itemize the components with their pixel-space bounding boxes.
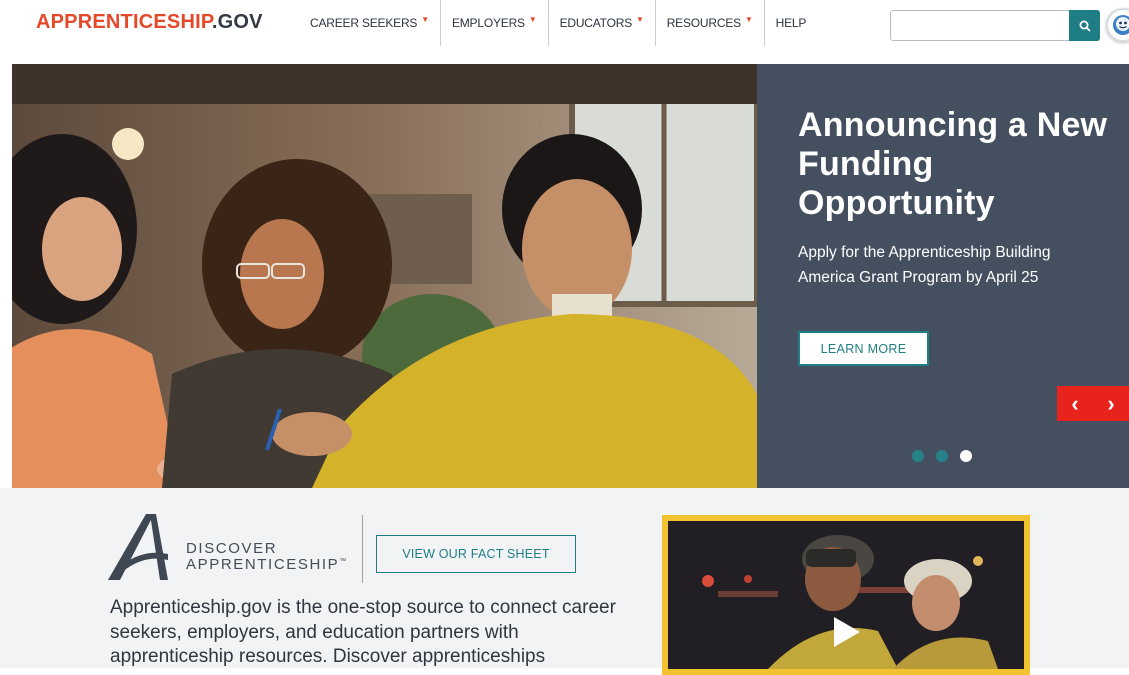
search-input[interactable] (890, 10, 1070, 41)
nav-educators-label: EDUCATORS (559, 16, 633, 30)
chat-assistant-button[interactable] (1106, 8, 1129, 42)
discover-section: DISCOVER APPRENTICESHIP™ VIEW OUR FACT S… (0, 488, 1129, 675)
nav-employers[interactable]: EMPLOYERS ▼ (441, 0, 549, 46)
nav-career-seekers-label: CAREER SEEKERS (310, 16, 418, 30)
intro-paragraph: Apprenticeship.gov is the one-stop sourc… (110, 597, 616, 667)
chat-assistant-icon (1113, 15, 1129, 35)
main-nav: CAREER SEEKERS ▼ EMPLOYERS ▼ EDUCATORS ▼ RE… (300, 0, 817, 46)
hero-photo-illustration (12, 64, 757, 488)
search-icon (1079, 20, 1091, 32)
carousel-dot-1[interactable] (912, 450, 924, 462)
carousel-dot-3[interactable] (960, 450, 972, 462)
chevron-left-icon[interactable]: ‹ (1071, 391, 1078, 417)
caret-down-icon: ▼ (421, 14, 429, 24)
nav-help[interactable]: HELP (765, 0, 818, 46)
discover-logo-word1: DISCOVER (186, 540, 278, 557)
video-frame (662, 515, 1030, 675)
logo-part-apprenticeship: APPRENTICESHIP (36, 11, 212, 33)
nav-educators[interactable]: EDUCATORS ▼ (549, 0, 656, 46)
search-button[interactable] (1069, 10, 1100, 41)
play-icon[interactable] (832, 615, 862, 649)
caret-down-icon: ▼ (528, 14, 537, 24)
hero-description: Apply for the Apprenticeship Building Am… (798, 244, 1051, 286)
view-fact-sheet-button[interactable]: VIEW OUR FACT SHEET (376, 535, 576, 573)
learn-more-button[interactable]: LEARN MORE (798, 331, 929, 366)
nav-career-seekers[interactable]: CAREER SEEKERS ▼ (300, 0, 441, 46)
discover-logo-word2-text: APPRENTICESHIP (186, 556, 340, 573)
nav-resources[interactable]: RESOURCES ▼ (656, 0, 765, 46)
nav-help-label: HELP (775, 16, 807, 30)
hero-carousel: Announcing a New Funding Opportunity App… (12, 64, 1129, 488)
carousel-dot-2[interactable] (936, 450, 948, 462)
hero-content-panel: Announcing a New Funding Opportunity App… (757, 64, 1129, 488)
logo-divider (362, 515, 363, 583)
discover-apprenticeship-logo: DISCOVER APPRENTICESHIP™ (108, 514, 348, 584)
discover-a-logo-icon (108, 514, 168, 580)
nav-resources-label: RESOURCES (666, 16, 741, 30)
hero-title: Announcing a New Funding Opportunity (798, 106, 1108, 222)
site-logo[interactable]: APPRENTICESHIP.GOV (36, 11, 263, 34)
site-header: APPRENTICESHIP.GOV CAREER SEEKERS ▼ EMPLO… (0, 0, 1129, 52)
hero-image (12, 64, 757, 488)
chevron-right-icon[interactable]: › (1107, 391, 1114, 417)
trademark-mark: ™ (339, 558, 347, 565)
discover-logo-word2: APPRENTICESHIP™ (186, 556, 346, 573)
carousel-arrows: ‹ › (1057, 386, 1129, 421)
nav-employers-label: EMPLOYERS (451, 16, 525, 30)
caret-down-icon: ▼ (636, 14, 644, 24)
video-player[interactable] (668, 521, 1024, 669)
logo-part-gov: .GOV (211, 11, 263, 33)
caret-down-icon: ▼ (744, 14, 753, 24)
carousel-indicators (912, 450, 972, 462)
